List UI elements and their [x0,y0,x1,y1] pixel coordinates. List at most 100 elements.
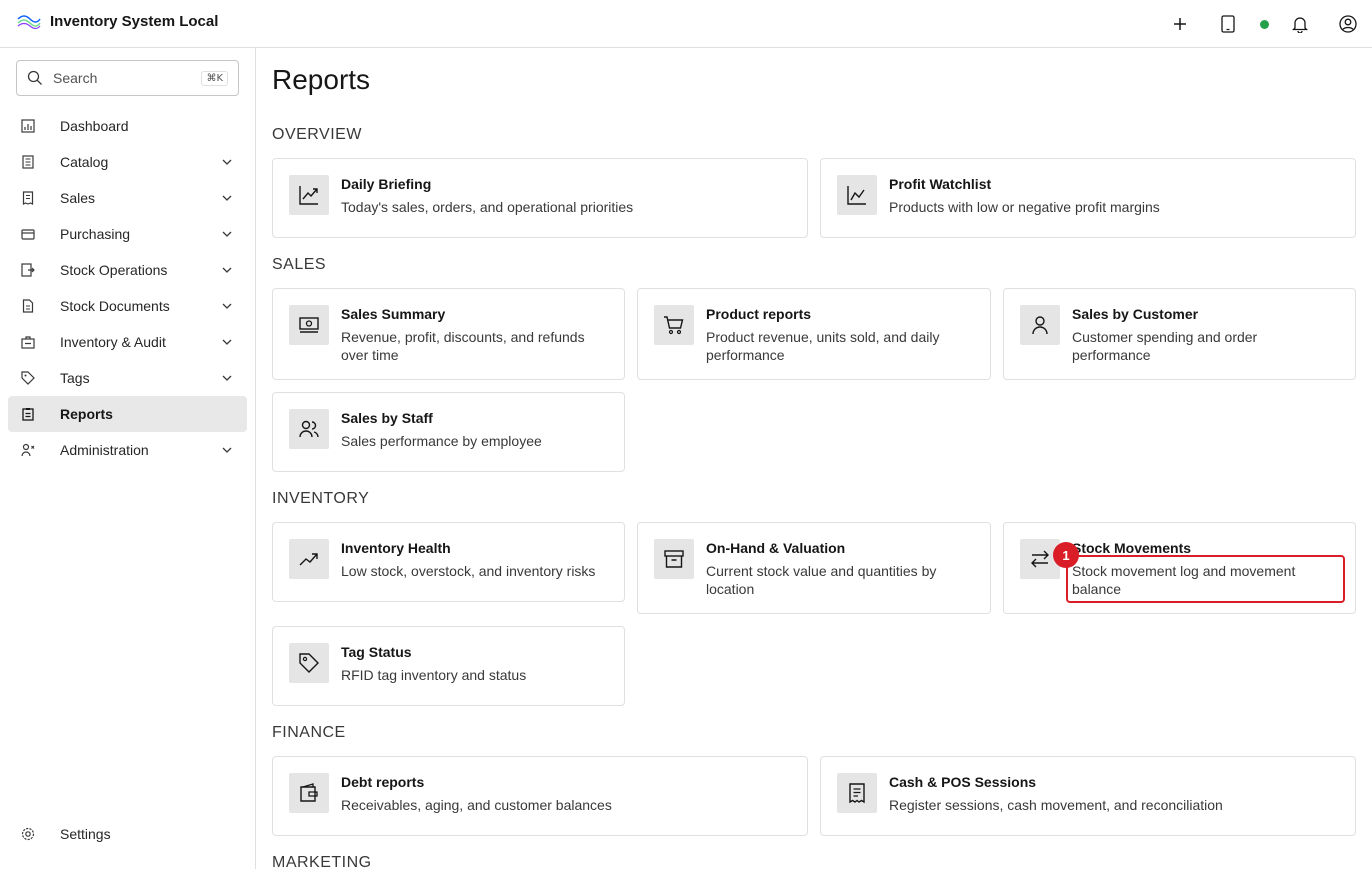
dashboard-icon [20,118,36,134]
receipt-icon [20,190,36,206]
sidebar-item-stock-documents[interactable]: Stock Documents [8,288,247,324]
card-title: Sales Summary [341,306,446,322]
archive-icon [654,539,694,579]
sidebar-item-dashboard[interactable]: Dashboard [8,108,247,144]
chevron-down-icon [222,231,232,237]
report-card-product-reports[interactable]: Product reports Product revenue, units s… [637,288,991,380]
sidebar-item-label: Stock Operations [60,262,168,278]
app-title: Inventory System Local [50,12,219,30]
report-card-on-hand-valuation[interactable]: On-Hand & Valuation Current stock value … [637,522,991,614]
search-input[interactable]: Search ⌘K [16,60,239,96]
card-description: RFID tag inventory and status [341,667,527,683]
sidebar-item-label: Inventory & Audit [60,334,166,350]
sidebar-item-purchasing[interactable]: Purchasing [8,216,247,252]
tag-icon [20,370,36,386]
report-card-inventory-health[interactable]: Inventory Health Low stock, overstock, a… [272,522,625,602]
chevron-down-icon [222,267,232,273]
card-title: Product reports [706,306,812,322]
person-icon [1020,305,1060,345]
bell-icon[interactable] [1288,12,1312,36]
sidebar-item-sales[interactable]: Sales [8,180,247,216]
chevron-down-icon [222,339,232,345]
card-title: Sales by Customer [1072,306,1199,322]
logo-icon [17,15,41,30]
document-icon [20,298,36,314]
report-card-sales-by-customer[interactable]: Sales by Customer Customer spending and … [1003,288,1356,380]
admin-icon [20,442,36,458]
report-card-stock-movements[interactable]: Stock Movements Stock movement log and m… [1003,522,1356,614]
card-title: Debt reports [341,774,425,790]
card-title: Profit Watchlist [889,176,992,192]
top-header: Inventory System Local [0,0,1372,48]
card-description: Today's sales, orders, and operational p… [341,199,634,215]
sidebar: Search ⌘K Dashboard Catalog Sales Purcha… [0,48,256,869]
card-icon [20,226,36,242]
trend-chart-icon [289,175,329,215]
annotation-marker: 1 [1053,542,1079,568]
card-title: Stock Movements [1072,540,1192,556]
report-card-profit-watchlist[interactable]: Profit Watchlist Products with low or ne… [820,158,1356,238]
sidebar-item-administration[interactable]: Administration [8,432,247,468]
sidebar-item-stock-operations[interactable]: Stock Operations [8,252,247,288]
report-card-debt-reports[interactable]: Debt reports Receivables, aging, and cus… [272,756,808,836]
chevron-down-icon [222,447,232,453]
sidebar-item-tags[interactable]: Tags [8,360,247,396]
report-card-sales-summary[interactable]: Sales Summary Revenue, profit, discounts… [272,288,625,380]
sidebar-item-reports[interactable]: Reports [8,396,247,432]
sidebar-item-label: Dashboard [60,118,129,134]
card-title: On-Hand & Valuation [706,540,846,556]
card-title: Cash & POS Sessions [889,774,1037,790]
card-description: Low stock, overstock, and inventory risk… [341,563,596,579]
receipt-icon [837,773,877,813]
stock-ops-icon [20,262,36,278]
add-icon[interactable] [1168,12,1192,36]
status-dot [1260,20,1269,29]
report-icon [20,406,36,422]
report-card-tag-status[interactable]: Tag Status RFID tag inventory and status [272,626,625,706]
card-description: Sales performance by employee [341,433,542,449]
report-card-sales-by-staff[interactable]: Sales by Staff Sales performance by empl… [272,392,625,472]
user-icon[interactable] [1336,12,1360,36]
cart-icon [654,305,694,345]
tag-icon [289,643,329,683]
card-description: Products with low or negative profit mar… [889,199,1160,215]
page-title: Reports [272,64,371,95]
money-icon [289,305,329,345]
search-shortcut: ⌘K [201,70,228,86]
brand[interactable]: Inventory System Local [16,10,218,32]
section-title-marketing: MARKETING [272,854,372,869]
report-card-cash-pos-sessions[interactable]: Cash & POS Sessions Register sessions, c… [820,756,1356,836]
main-content: Reports OVERVIEW Daily Briefing Today's … [256,48,1372,869]
tablet-icon[interactable] [1216,12,1240,36]
sidebar-item-label: Stock Documents [60,298,170,314]
search-icon [27,70,42,85]
search-placeholder: Search [53,70,98,86]
card-title: Inventory Health [341,540,451,556]
audit-icon [20,334,36,350]
trending-up-icon [289,539,329,579]
catalog-icon [20,154,36,170]
card-description: Register sessions, cash movement, and re… [889,797,1223,813]
sidebar-item-label: Reports [60,406,113,422]
group-icon [289,409,329,449]
sidebar-item-label: Tags [60,370,90,386]
card-description: Current stock value and quantities by lo… [706,563,937,597]
sidebar-item-label: Purchasing [60,226,131,242]
sidebar-item-label: Administration [60,442,149,458]
card-title: Sales by Staff [341,410,433,426]
card-description: Product revenue, units sold, and daily p… [706,329,940,363]
card-description: Revenue, profit, discounts, and refunds … [341,329,585,363]
sidebar-item-label: Settings [60,826,111,842]
sidebar-item-settings[interactable]: Settings [8,816,247,852]
card-description: Receivables, aging, and customer balance… [341,797,612,813]
section-title-overview: OVERVIEW [272,126,362,143]
report-card-daily-briefing[interactable]: Daily Briefing Today's sales, orders, an… [272,158,808,238]
chevron-down-icon [222,303,232,309]
line-chart-icon [837,175,877,215]
chevron-down-icon [222,195,232,201]
sidebar-item-catalog[interactable]: Catalog [8,144,247,180]
card-title: Tag Status [341,644,412,660]
card-description: Stock movement log and movement balance [1072,563,1296,597]
card-description: Customer spending and order performance [1072,329,1258,363]
sidebar-item-inventory-audit[interactable]: Inventory & Audit [8,324,247,360]
